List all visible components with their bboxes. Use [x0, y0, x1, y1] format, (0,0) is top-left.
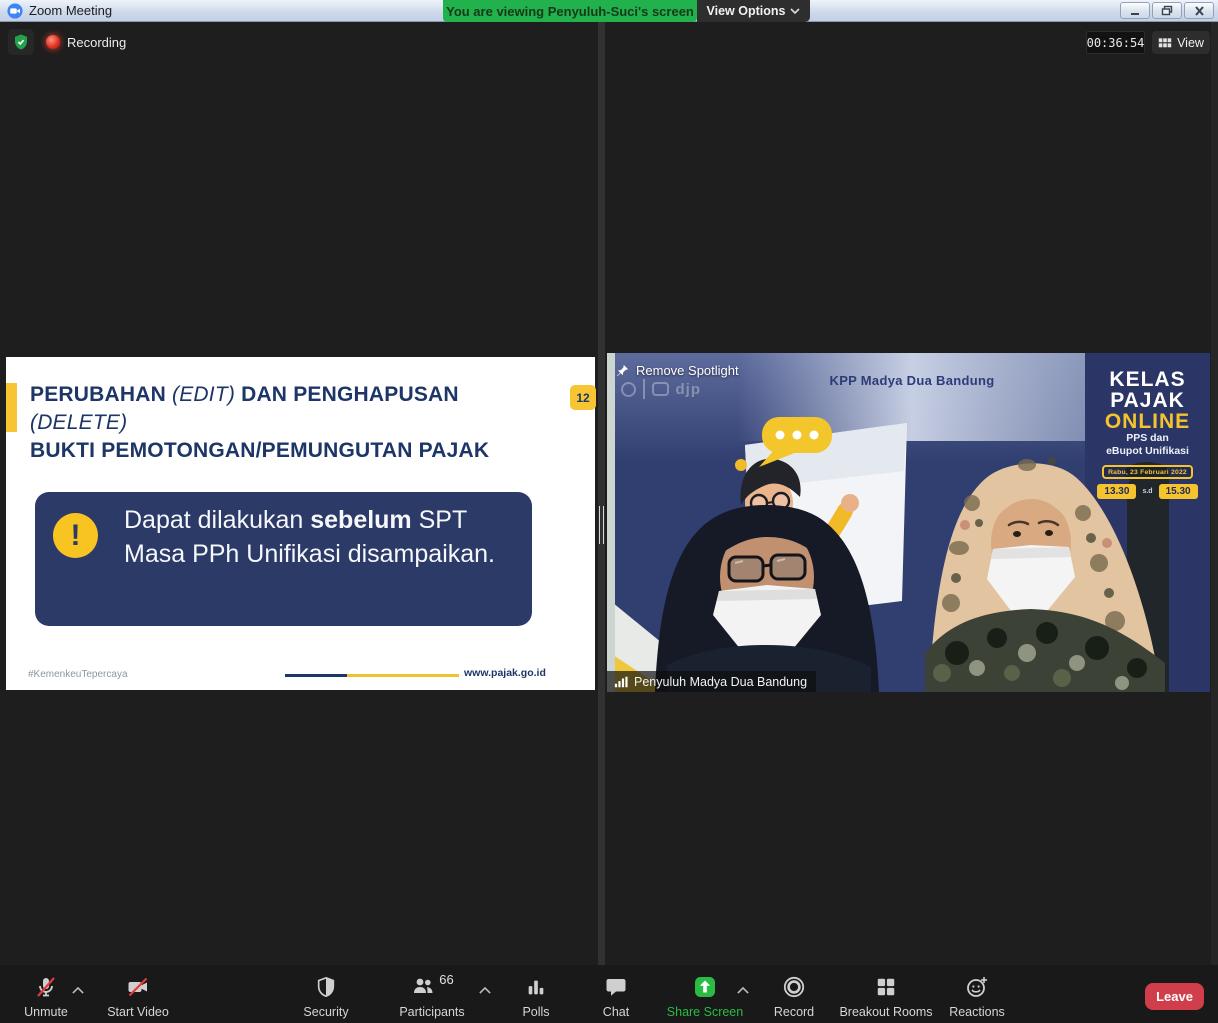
breakout-rooms-icon: [875, 974, 897, 1000]
callout-text-bold: sebelum: [310, 506, 411, 534]
start-video-label: Start Video: [107, 1005, 169, 1019]
pin-icon: [615, 363, 630, 378]
event-banner: KELAS PAJAK ONLINE PPS dan eBupot Unifik…: [1085, 353, 1210, 503]
kemenkeu-logo-icon: [621, 382, 636, 397]
share-screen-icon: [693, 974, 717, 1000]
callout-text: Dapat dilakukan sebelum SPT Masa PPh Uni…: [124, 503, 519, 571]
record-button[interactable]: Record: [754, 974, 834, 1019]
slide-title-part1: PERUBAHAN: [30, 383, 172, 406]
slide-page-number: 12: [570, 385, 596, 410]
close-button[interactable]: [1184, 2, 1214, 19]
record-icon: [782, 974, 806, 1000]
share-screen-options-chevron[interactable]: [737, 987, 749, 994]
share-screen-label: Share Screen: [667, 1005, 743, 1019]
security-shield-icon: [315, 974, 337, 1000]
reactions-label: Reactions: [949, 1005, 1005, 1019]
security-shield-button[interactable]: [8, 29, 34, 55]
event-banner-subtitle2: eBupot Unifikasi: [1106, 445, 1189, 458]
event-banner-subtitle1: PPS dan: [1126, 432, 1169, 445]
slide-title-part2: (EDIT): [172, 383, 235, 406]
slide-title-part4: (DELETE): [30, 411, 127, 434]
audio-signal-icon: [614, 676, 628, 688]
unmute-label: Unmute: [24, 1005, 68, 1019]
event-time-start: 13.30: [1097, 484, 1136, 499]
polls-button[interactable]: Polls: [496, 974, 576, 1019]
chat-bubble-icon: [604, 974, 628, 1000]
slide-callout-box: ! Dapat dilakukan sebelum SPT Masa PPh U…: [35, 492, 532, 626]
footer-line-yellow: [347, 674, 459, 677]
mic-muted-icon: [34, 974, 58, 1000]
meeting-toolbar: Unmute Start Video Security: [0, 965, 1218, 1023]
view-options-button[interactable]: View Options: [697, 0, 810, 22]
security-label: Security: [303, 1005, 348, 1019]
breakout-rooms-label: Breakout Rooms: [839, 1005, 932, 1019]
leave-button[interactable]: Leave: [1145, 983, 1204, 1010]
participant-name-text: Penyuluh Madya Dua Bandung: [634, 675, 807, 689]
slide-accent-bar: [6, 383, 17, 432]
event-banner-date: Rabu, 23 Februari 2022: [1102, 465, 1193, 479]
remove-spotlight-button[interactable]: Remove Spotlight: [615, 363, 739, 378]
divider-grip-handle[interactable]: [599, 506, 604, 544]
gallery-grid-icon: [1158, 37, 1172, 49]
slide-title: PERUBAHAN (EDIT) DAN PENGHAPUSAN (DELETE…: [30, 381, 560, 465]
spotlight-video-tile: Remove Spotlight djp KPP Madya Dua Bandu…: [607, 353, 1210, 692]
participants-count: 66: [439, 972, 453, 987]
backdrop-office-name: KPP Madya Dua Bandung: [827, 373, 997, 388]
chevron-down-icon: [790, 8, 800, 14]
window-controls: [1120, 2, 1214, 19]
polls-label: Polls: [522, 1005, 549, 1019]
event-banner-times: 13.30 s.d 15.30: [1097, 484, 1197, 499]
slide-title-part3: DAN PENGHAPUSAN: [235, 383, 459, 406]
recording-label: Recording: [67, 35, 126, 50]
shield-check-icon: [12, 33, 30, 51]
record-label: Record: [774, 1005, 814, 1019]
window-title: Zoom Meeting: [29, 3, 112, 18]
djp-logo-icon: [652, 382, 669, 396]
participants-label: Participants: [399, 1005, 464, 1019]
watermark-divider: [643, 379, 645, 399]
backdrop-watermark: djp: [621, 379, 701, 399]
start-video-button[interactable]: Start Video: [88, 974, 188, 1019]
callout-text-part1: Dapat dilakukan: [124, 506, 310, 534]
reactions-button[interactable]: Reactions: [927, 974, 1027, 1019]
reactions-smiley-icon: [965, 974, 989, 1000]
recording-dot-icon: [46, 35, 60, 49]
vertical-scrollbar[interactable]: [1211, 22, 1218, 965]
remove-spotlight-label: Remove Spotlight: [636, 363, 739, 378]
view-options-label: View Options: [707, 4, 786, 18]
slide-footer-website: www.pajak.go.id: [464, 667, 546, 679]
unmute-options-chevron[interactable]: [72, 987, 84, 994]
event-banner-line2: PAJAK: [1110, 390, 1185, 411]
zoom-app-icon: [7, 3, 23, 19]
meeting-timer: 00:36:54: [1086, 31, 1145, 54]
chat-button[interactable]: Chat: [576, 974, 656, 1019]
slide-title-line2: BUKTI PEMOTONGAN/PEMUNGUTAN PAJAK: [30, 439, 489, 462]
event-banner-line3: ONLINE: [1105, 411, 1190, 432]
screen-share-banner: You are viewing Penyuluh-Suci's screen: [443, 0, 697, 22]
pane-divider[interactable]: [598, 22, 605, 965]
zoom-meeting-window: Zoom Meeting You are viewing Penyuluh-Su…: [0, 0, 1218, 1023]
chat-label: Chat: [603, 1005, 629, 1019]
slide-footer-hashtag: #KemenkeuTepercaya: [28, 669, 128, 680]
exclamation-icon: !: [53, 513, 98, 558]
view-label: View: [1177, 36, 1204, 50]
participants-icon: [410, 974, 436, 998]
view-layout-button[interactable]: View: [1152, 31, 1210, 54]
restore-button[interactable]: [1152, 2, 1182, 19]
unmute-button[interactable]: Unmute: [6, 974, 86, 1019]
participants-button[interactable]: 66 Participants: [382, 974, 482, 1019]
event-banner-line1: KELAS: [1109, 369, 1185, 390]
event-time-separator: s.d: [1142, 488, 1152, 495]
camera-muted-icon: [125, 974, 151, 1000]
shared-screen-slide: PERUBAHAN (EDIT) DAN PENGHAPUSAN (DELETE…: [6, 357, 595, 690]
participant-name-label: Penyuluh Madya Dua Bandung: [607, 671, 816, 692]
security-button[interactable]: Security: [276, 974, 376, 1019]
event-time-end: 15.30: [1159, 484, 1198, 499]
share-screen-button[interactable]: Share Screen: [650, 974, 760, 1019]
djp-logo-text: djp: [676, 381, 702, 398]
footer-line-navy: [285, 674, 347, 677]
minimize-button[interactable]: [1120, 2, 1150, 19]
participants-options-chevron[interactable]: [479, 987, 491, 994]
polls-icon: [525, 974, 547, 1000]
